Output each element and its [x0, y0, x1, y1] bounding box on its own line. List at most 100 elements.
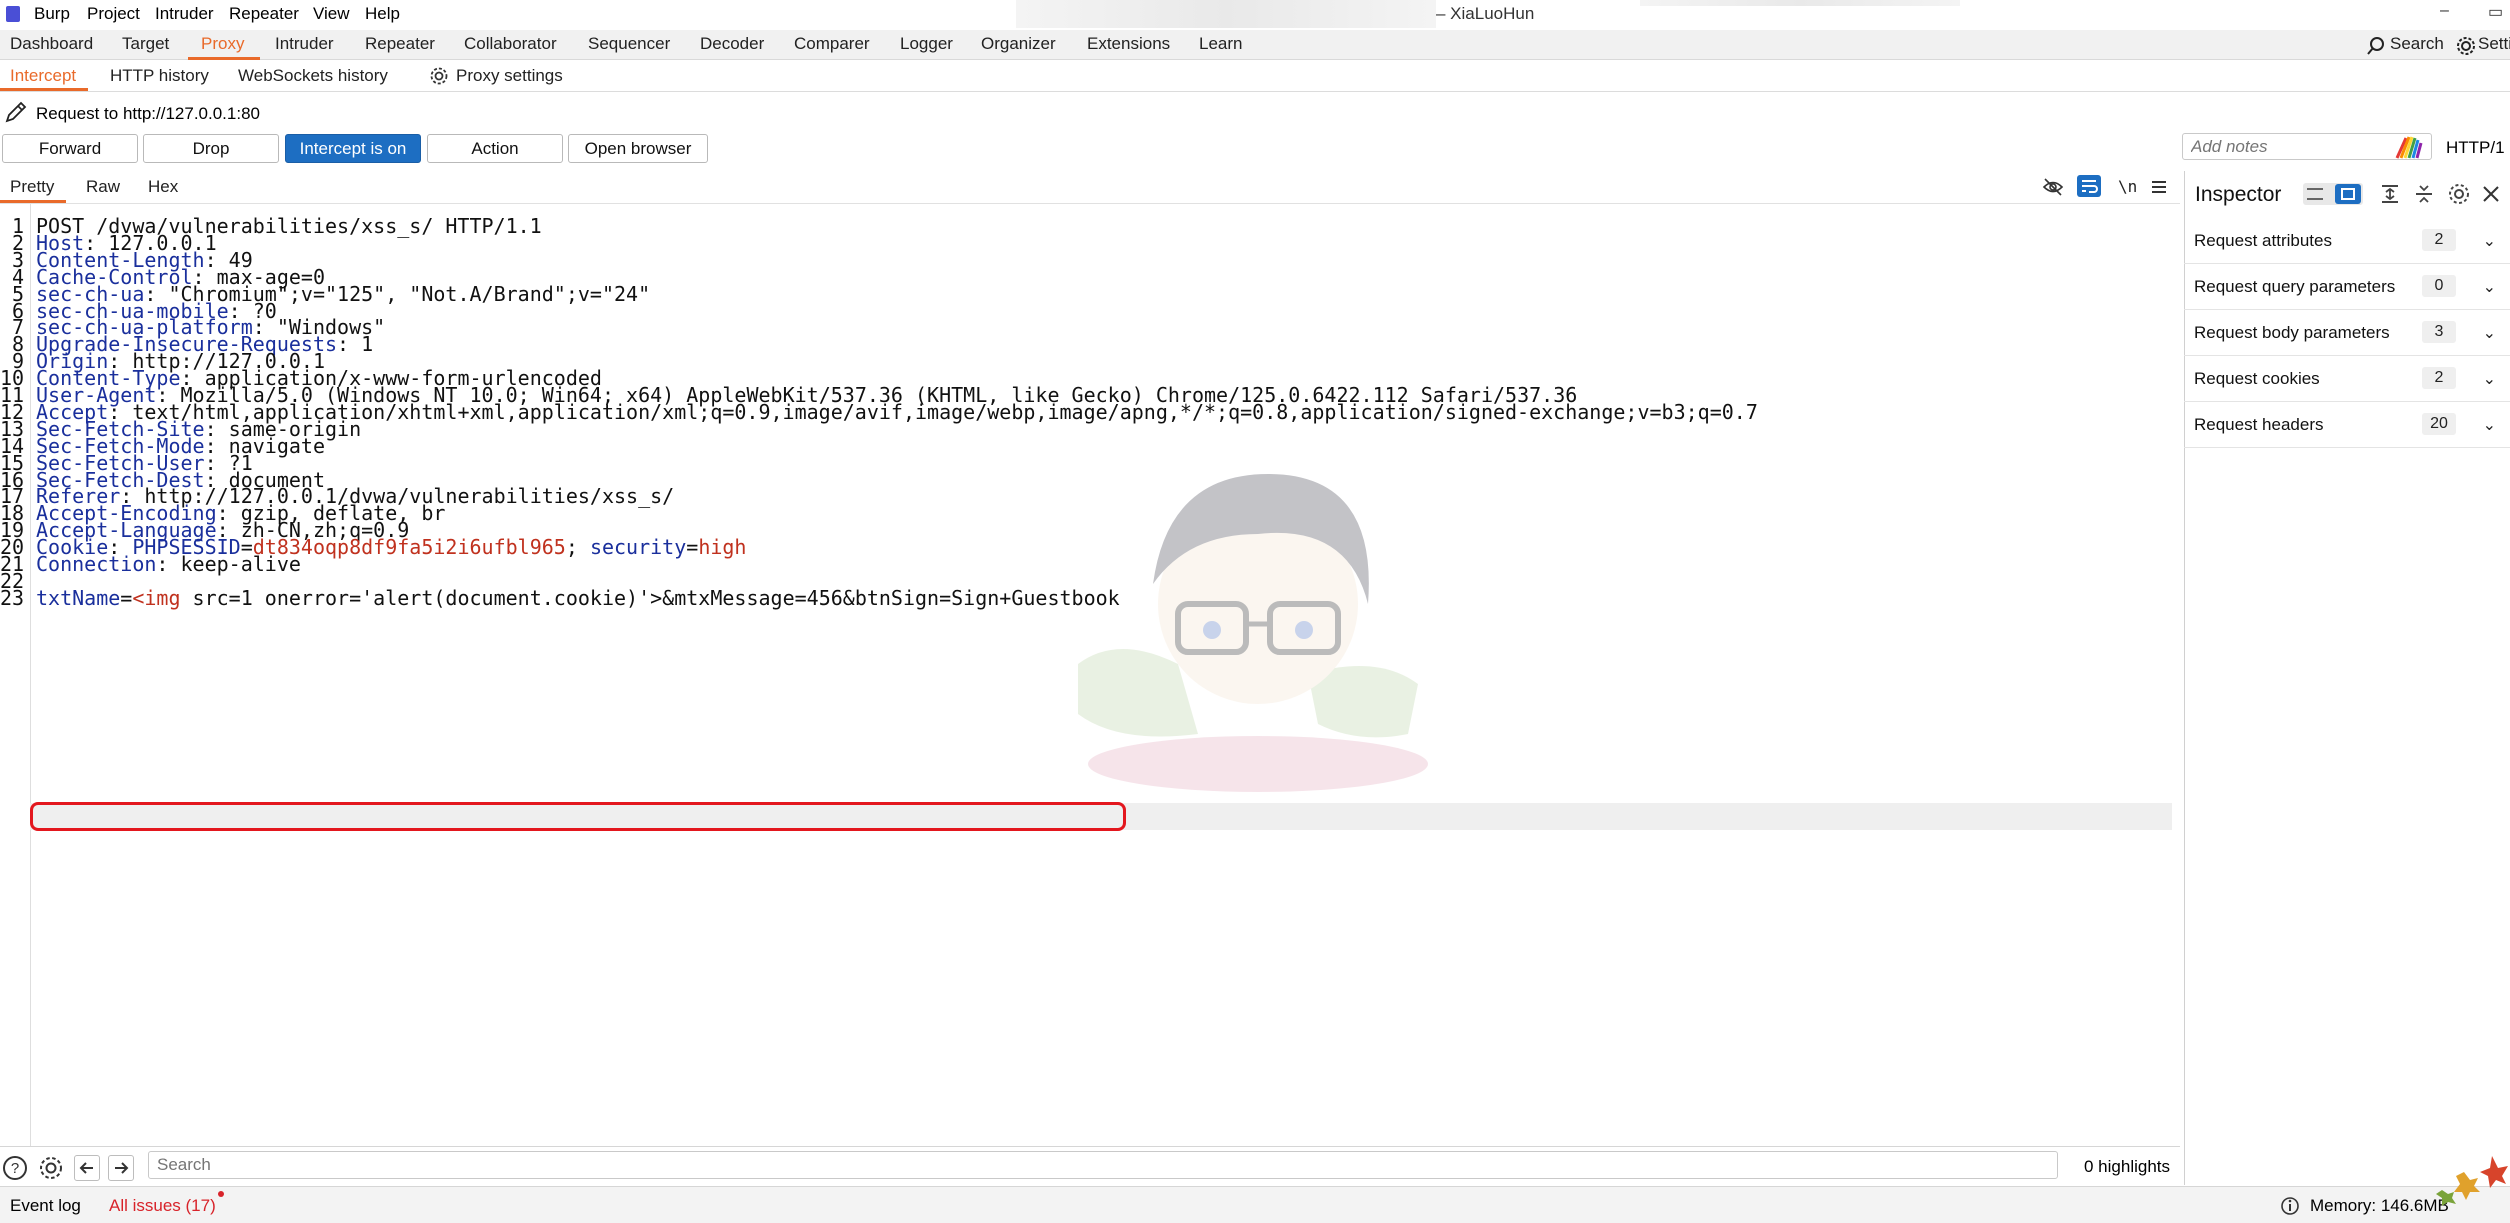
header-value: 1	[361, 332, 374, 357]
expand-all-icon[interactable]	[2379, 183, 2401, 205]
line-number: 23	[0, 585, 25, 610]
inspector-title: Inspector	[2195, 183, 2282, 206]
tab-proxy-settings[interactable]: Proxy settings	[456, 66, 563, 86]
arrow-right-icon	[115, 1162, 129, 1174]
inspector-row-count: 2	[2422, 229, 2456, 251]
http-version-label[interactable]: HTTP/1	[2446, 138, 2505, 158]
inspector-request-cookies[interactable]: Request cookies 2 ⌄	[2184, 357, 2510, 402]
tab-organizer[interactable]: Organizer	[981, 34, 1056, 54]
drop-button[interactable]: Drop	[143, 134, 279, 163]
tab-proxy[interactable]: Proxy	[201, 34, 244, 54]
restore-icon[interactable]: ▭	[2488, 2, 2503, 22]
previous-match-button[interactable]	[74, 1155, 100, 1181]
forward-button[interactable]: Forward	[2, 134, 138, 163]
inspector-request-query-parameters[interactable]: Request query parameters 0 ⌄	[2184, 265, 2510, 310]
code-line[interactable]: Connection: keep-alive	[36, 552, 301, 576]
separator: :	[156, 552, 181, 576]
tab-websockets-history[interactable]: WebSockets history	[238, 66, 388, 86]
chevron-down-icon[interactable]: ⌄	[2483, 231, 2496, 251]
inspector-request-attributes[interactable]: Request attributes 2 ⌄	[2184, 219, 2510, 264]
inspector-layout-toggle[interactable]	[2303, 183, 2363, 205]
search-label[interactable]: Search	[2390, 34, 2444, 54]
tab-raw[interactable]: Raw	[86, 177, 120, 197]
proxy-sub-tabs: Intercept HTTP history WebSockets histor…	[0, 60, 2510, 92]
inspector-row-label: Request cookies	[2194, 369, 2320, 388]
inspector-row-count: 3	[2422, 321, 2456, 343]
menu-view[interactable]: View	[313, 4, 350, 24]
tab-logger[interactable]: Logger	[900, 34, 953, 54]
header-name: Connection	[36, 552, 157, 576]
menu-repeater[interactable]: Repeater	[229, 4, 299, 24]
settings-label[interactable]: Setti	[2478, 34, 2510, 54]
tab-comparer[interactable]: Comparer	[794, 34, 870, 54]
tab-learn[interactable]: Learn	[1199, 34, 1242, 54]
newline-toggle[interactable]: \n	[2118, 177, 2137, 196]
tab-dashboard[interactable]: Dashboard	[10, 34, 93, 54]
body-param-rest: src=1 onerror='alert(document.cookie)'>&…	[180, 585, 1120, 610]
tab-hex[interactable]: Hex	[148, 177, 178, 197]
help-icon[interactable]: ?	[2, 1155, 28, 1181]
tab-extensions[interactable]: Extensions	[1087, 34, 1170, 54]
search-settings-gear-icon[interactable]	[38, 1155, 64, 1181]
inspector-request-body-parameters[interactable]: Request body parameters 3 ⌄	[2184, 311, 2510, 356]
settings-gear-icon[interactable]	[2456, 36, 2476, 56]
code-line[interactable]: txtName=<img src=1 onerror='alert(docume…	[36, 586, 1120, 610]
message-editor-tabs: Pretty Raw Hex \n	[0, 171, 2180, 204]
inspector-row-label: Request query parameters	[2194, 277, 2396, 296]
svg-text:?: ?	[11, 1160, 19, 1177]
search-icon[interactable]	[2366, 36, 2386, 56]
editor-menu-icon[interactable]	[2150, 178, 2168, 196]
tab-sequencer[interactable]: Sequencer	[588, 34, 670, 54]
tab-decoder[interactable]: Decoder	[700, 34, 764, 54]
inspector-row-count: 20	[2422, 413, 2456, 435]
chevron-down-icon[interactable]: ⌄	[2483, 369, 2496, 389]
highlight-color-icon[interactable]	[2394, 134, 2424, 160]
search-input[interactable]	[148, 1151, 2058, 1179]
chevron-down-icon[interactable]: ⌄	[2483, 277, 2496, 297]
all-issues-button[interactable]: All issues (17)	[109, 1196, 216, 1216]
proxy-settings-gear-icon[interactable]	[429, 66, 449, 86]
chevron-down-icon[interactable]: ⌄	[2483, 323, 2496, 343]
inspector-row-count: 2	[2422, 367, 2456, 389]
header-value: keep-alive	[180, 552, 301, 576]
inspector-settings-gear-icon[interactable]	[2447, 182, 2471, 206]
minimize-icon[interactable]: –	[2440, 2, 2449, 20]
tab-http-history[interactable]: HTTP history	[110, 66, 209, 86]
title-blur	[1016, 0, 1436, 28]
header-value: text/html,application/xhtml+xml,applicat…	[132, 399, 1758, 424]
list-layout-icon[interactable]	[2307, 188, 2323, 200]
watermark-illustration	[1078, 474, 1428, 792]
xss-payload-tag: <img	[132, 585, 181, 610]
hide-eye-icon[interactable]	[2042, 177, 2064, 197]
event-log-button[interactable]: Event log	[10, 1196, 81, 1216]
tab-intruder[interactable]: Intruder	[275, 34, 334, 54]
tab-collaborator[interactable]: Collaborator	[464, 34, 557, 54]
menu-help[interactable]: Help	[365, 4, 400, 24]
tab-repeater[interactable]: Repeater	[365, 34, 435, 54]
equals: =	[120, 585, 133, 610]
collapse-all-icon[interactable]	[2413, 183, 2435, 205]
inspector-row-label: Request body parameters	[2194, 323, 2390, 342]
panel-layout-icon[interactable]	[2335, 184, 2361, 204]
pretty-tab-underline	[0, 200, 66, 203]
menu-project[interactable]: Project	[87, 4, 140, 24]
action-button[interactable]: Action	[427, 134, 563, 163]
close-icon[interactable]	[2481, 184, 2501, 204]
intercept-toggle-button[interactable]: Intercept is on	[285, 134, 421, 163]
menu-burp[interactable]: Burp	[34, 4, 70, 24]
inspector-row-count: 0	[2422, 275, 2456, 297]
cookie-value: high	[698, 535, 747, 560]
info-icon[interactable]	[2280, 1196, 2300, 1216]
inspector-row-label: Request attributes	[2194, 231, 2332, 250]
tab-pretty[interactable]: Pretty	[10, 177, 54, 197]
tab-target[interactable]: Target	[122, 34, 169, 54]
menu-intruder[interactable]: Intruder	[155, 4, 214, 24]
open-browser-button[interactable]: Open browser	[568, 134, 708, 163]
inspector-request-headers[interactable]: Request headers 20 ⌄	[2184, 403, 2510, 448]
wrap-lines-icon[interactable]	[2077, 175, 2101, 197]
chevron-down-icon[interactable]: ⌄	[2483, 415, 2496, 435]
next-match-button[interactable]	[108, 1155, 134, 1181]
tab-intercept[interactable]: Intercept	[10, 66, 76, 86]
request-editor[interactable]: 1 POST /dvwa/vulnerabilities/xss_s/ HTTP/…	[0, 204, 2180, 1146]
memory-usage: Memory: 146.6MB	[2310, 1196, 2449, 1215]
